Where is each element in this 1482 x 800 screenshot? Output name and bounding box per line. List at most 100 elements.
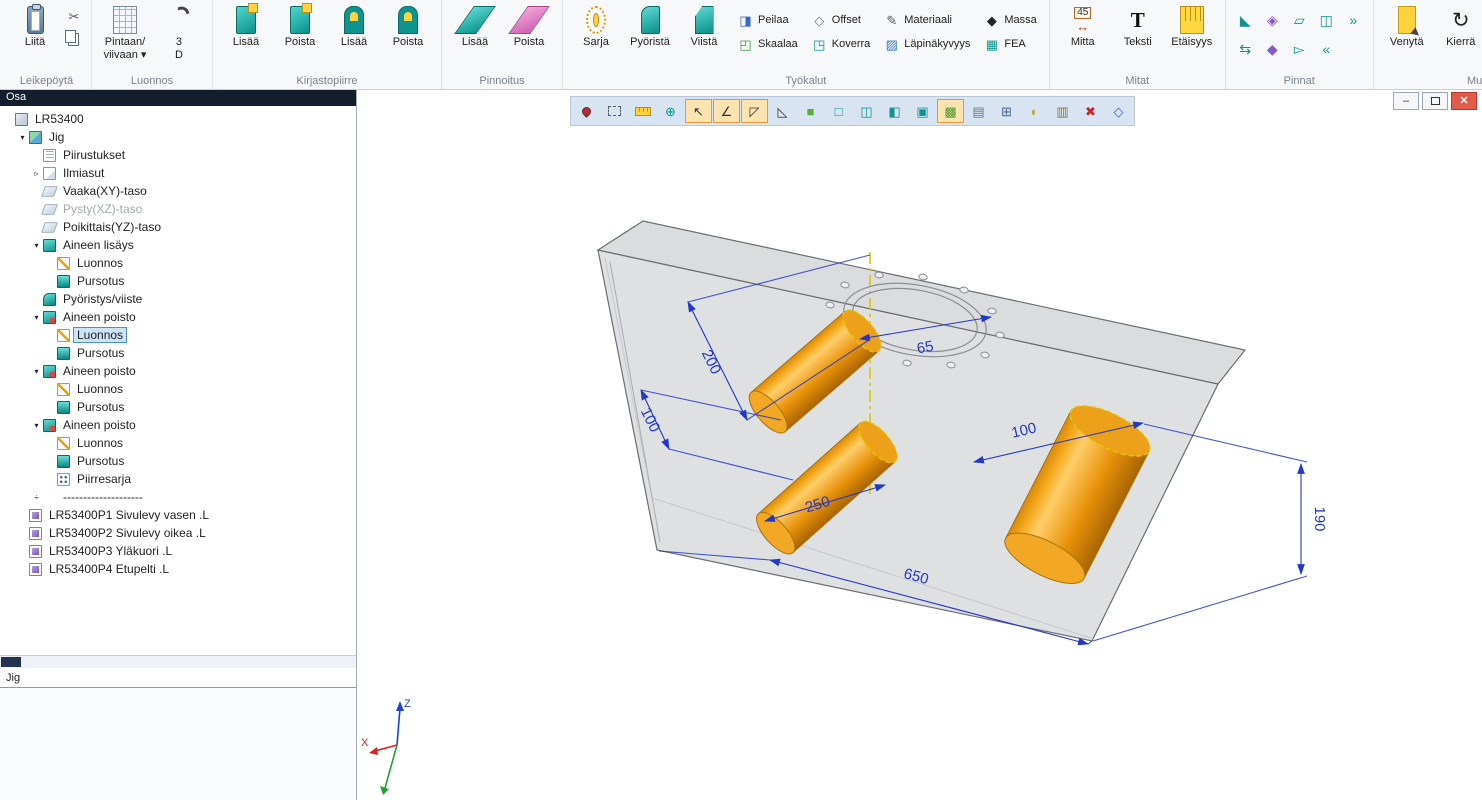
view-hidden-lines-button[interactable]: ◫: [853, 99, 880, 123]
pintaan-viivaan-button[interactable]: Pintaan/ viivaan ▾: [99, 3, 151, 67]
tree-item[interactable]: ▾ Aineen poisto: [0, 362, 356, 380]
tree-item[interactable]: ▾ Jig: [0, 128, 356, 146]
surfacing-remove-button[interactable]: Poista: [503, 3, 555, 67]
tree-item[interactable]: Poikittais(YZ)-taso: [0, 218, 356, 236]
library-remove-1-button[interactable]: Poista: [274, 3, 326, 67]
l-pin-kyvyys-button[interactable]: ▨Läpinäkyvyys: [879, 37, 975, 52]
tree-item[interactable]: Pysty(XZ)-taso: [0, 200, 356, 218]
tree-item[interactable]: ▾ Aineen poisto: [0, 416, 356, 434]
expander-icon[interactable]: ▾: [30, 421, 43, 430]
z-axis-label: Z: [404, 698, 411, 710]
minimize-button[interactable]: –: [1393, 92, 1419, 110]
tree-horizontal-scrollbar[interactable]: [0, 655, 356, 668]
tree-item[interactable]: Piirresarja: [0, 470, 356, 488]
scrollbar-thumb[interactable]: [1, 657, 21, 667]
pick-face-button[interactable]: ◸: [741, 99, 768, 123]
viist-button[interactable]: Viistä: [678, 3, 730, 67]
export-plot-button[interactable]: ◇: [1105, 99, 1132, 123]
3-d-button[interactable]: 3 D: [153, 3, 205, 67]
peilaa-button[interactable]: ◨Peilaa: [733, 13, 803, 28]
print-view-button[interactable]: ▥: [1049, 99, 1076, 123]
expander-icon[interactable]: ▹: [30, 169, 43, 178]
library-add-1-button[interactable]: Lisää: [220, 3, 272, 67]
tree-item[interactable]: Luonnos: [0, 326, 356, 344]
pick-vertex-button[interactable]: ↖: [685, 99, 712, 123]
surface-join-button[interactable]: ⇆: [1233, 35, 1258, 62]
expander-icon[interactable]: ÷: [30, 493, 43, 502]
mitta-button[interactable]: 45 ↔ Mitta: [1057, 3, 1109, 67]
snap-target-button[interactable]: ⊕: [657, 99, 684, 123]
tree-item[interactable]: Piirustukset: [0, 146, 356, 164]
teksti-button[interactable]: TTeksti: [1112, 3, 1164, 67]
expander-icon[interactable]: ▾: [30, 367, 43, 376]
materiaali-button[interactable]: ✎Materiaali: [879, 13, 975, 28]
tree-item[interactable]: Pursotus: [0, 452, 356, 470]
tree-item[interactable]: ▾ Aineen lisäys: [0, 236, 356, 254]
tree-item[interactable]: LR53400P1 Sivulevy vasen .L: [0, 506, 356, 524]
tree-item[interactable]: LR53400P4 Etupelti .L: [0, 560, 356, 578]
tree-item[interactable]: Luonnos: [0, 380, 356, 398]
tree-item[interactable]: Vaaka(XY)-taso: [0, 182, 356, 200]
sarja-button[interactable]: Sarja: [570, 3, 622, 67]
tree-item[interactable]: Luonnos: [0, 434, 356, 452]
massa-button[interactable]: ◆Massa: [979, 13, 1041, 28]
liit-button[interactable]: Liitä: [9, 3, 61, 67]
delete-view-button[interactable]: ✖: [1077, 99, 1104, 123]
massa-icon: ◆: [984, 14, 999, 27]
pick-body-button[interactable]: ◺: [769, 99, 796, 123]
venyt-button[interactable]: Venytä: [1381, 3, 1433, 67]
tree-item[interactable]: LR53400P3 Yläkuori .L: [0, 542, 356, 560]
close-button[interactable]: ✕: [1451, 92, 1477, 110]
tree-item[interactable]: Pursotus: [0, 344, 356, 362]
surface-next-button[interactable]: »: [1341, 6, 1366, 33]
surface-copy-button[interactable]: ◫: [1314, 6, 1339, 33]
library-remove-2-button[interactable]: Poista: [382, 3, 434, 67]
tree-item[interactable]: ▾ Aineen poisto: [0, 308, 356, 326]
skaalaa-button[interactable]: ◰Skaalaa: [733, 37, 803, 52]
surface-patch-button[interactable]: ◈: [1260, 6, 1285, 33]
view-shaded-edges-button[interactable]: ▩: [937, 99, 964, 123]
copy-view-button[interactable]: ⊞: [993, 99, 1020, 123]
tree-item[interactable]: Luonnos: [0, 254, 356, 272]
offset-button[interactable]: ◇Offset: [807, 13, 876, 28]
view-wireframe-button[interactable]: □: [825, 99, 852, 123]
view-halfshade-button[interactable]: ◧: [881, 99, 908, 123]
tree-item[interactable]: Pursotus: [0, 272, 356, 290]
surface-extend-button[interactable]: ◣: [1233, 6, 1258, 33]
tree-item[interactable]: ▹ Ilmiasut: [0, 164, 356, 182]
feature-list-button[interactable]: ▤: [965, 99, 992, 123]
surface-quilt-button[interactable]: ◆: [1260, 35, 1285, 62]
surface-offset-button[interactable]: ▱: [1287, 6, 1312, 33]
3d-viewport[interactable]: – ✕ ⊕↖∠◸◺■□◫◧▣▩▤⊞◐▥✖◇: [357, 90, 1482, 800]
expander-icon[interactable]: ▾: [16, 133, 29, 142]
surface-prev-button[interactable]: «: [1314, 35, 1339, 62]
fea-button[interactable]: ▦FEA: [979, 37, 1041, 52]
peilaa-icon: ◨: [738, 14, 753, 27]
surfacing-add-button[interactable]: Lisää: [449, 3, 501, 67]
copy-button[interactable]: [64, 29, 84, 47]
surface-extend-2-button[interactable]: ▻: [1287, 35, 1312, 62]
viewport-canvas[interactable]: 200 100 65 250 100: [357, 90, 1482, 800]
library-add-2-button[interactable]: Lisää: [328, 3, 380, 67]
pin-button[interactable]: [573, 99, 600, 123]
maximize-button[interactable]: [1422, 92, 1448, 110]
tree-item[interactable]: Pursotus: [0, 398, 356, 416]
et-isyys-button[interactable]: Etäisyys: [1166, 3, 1218, 67]
tree-item-label: Pyöristys/viiste: [60, 292, 145, 306]
pick-edge-button[interactable]: ∠: [713, 99, 740, 123]
tree-item[interactable]: LR53400P2 Sivulevy oikea .L: [0, 524, 356, 542]
tree-item[interactable]: LR53400: [0, 110, 356, 128]
py-rist-button[interactable]: Pyöristä: [624, 3, 676, 67]
shade-toggle-button[interactable]: ■: [797, 99, 824, 123]
koverra-button[interactable]: ◳Koverra: [807, 37, 876, 52]
measure-ruler-button[interactable]: [629, 99, 656, 123]
expander-icon[interactable]: ▾: [30, 241, 43, 250]
cut-button[interactable]: ✂: [64, 7, 84, 25]
kierr-button[interactable]: ↻Kierrä: [1435, 3, 1482, 67]
expander-icon[interactable]: ▾: [30, 313, 43, 322]
tree-item[interactable]: ÷ --------------------: [0, 488, 356, 506]
tree-item[interactable]: Pyöristys/viiste: [0, 290, 356, 308]
select-area-button[interactable]: [601, 99, 628, 123]
render-mode-button[interactable]: ◐: [1021, 99, 1048, 123]
view-shaded-button[interactable]: ▣: [909, 99, 936, 123]
